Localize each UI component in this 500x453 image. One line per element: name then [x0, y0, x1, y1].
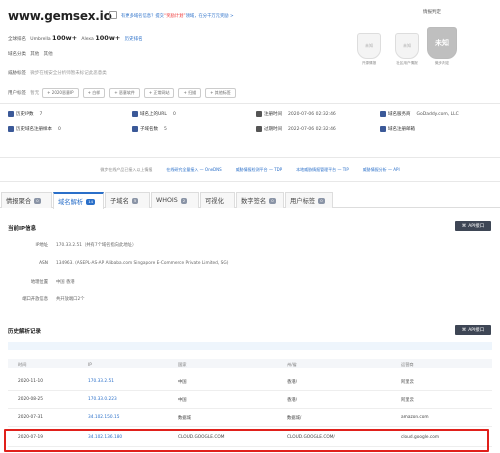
global-rank: 全球排名 Umbrella 100w+ Alexa 100w+ 历史排名 [8, 34, 143, 42]
shield-icon: 未知 [427, 27, 457, 59]
ip-address-link[interactable]: 170.33.2.51（共有7个域名指向此地址） [56, 242, 136, 248]
clock-icon [256, 111, 262, 117]
divider [0, 181, 500, 182]
promo-api-link[interactable]: 威胁情报分析 — API [363, 167, 400, 172]
stat-email: 域名注册邮箱 [380, 126, 421, 132]
highlight-box [4, 429, 489, 452]
table-row: 2020-11-10 170.33.2.51 中国 香港/ 阿里云 [8, 371, 492, 391]
user-tag[interactable]: + 白样 [82, 88, 106, 98]
copy-icon[interactable] [109, 11, 117, 19]
stat-register-time: 注册时间 2020-07-06 02:32:46 [256, 111, 336, 117]
tab-whois[interactable]: WHOIS 2 [151, 192, 199, 208]
api-button[interactable]: ⌘ API接口 [455, 325, 491, 335]
history-rank-link[interactable]: 历史排名 [125, 37, 143, 42]
tab-subdomain[interactable]: 子域名 5 [105, 192, 150, 208]
clock-icon [256, 126, 262, 132]
promo-onedns-link[interactable]: 在线研究全量接入 — OneDNS [166, 167, 221, 172]
subdomain-icon [132, 126, 138, 132]
stat-samples: 历史域名注册样本 0 [8, 126, 61, 132]
promo-links: 微步在线产品已接入以上情报 在线研究全量接入 — OneDNS 威胁情报检测平台 —… [100, 167, 400, 172]
table-row: 2020-08-25 170.33.0.223 中国 香港/ 阿里云 [8, 389, 492, 409]
history-title: 历史解析记录 [8, 329, 42, 335]
user-tags: 用户标签 暂无 + 2020恶意IP + 白样 + 恶意软件 + 正常网站 + 扫描 + … [8, 88, 240, 98]
reward-notice[interactable]: 有更多域名信息？提交“奖励计划”领域，在分千万元奖励 > [121, 13, 234, 19]
registrar-icon [380, 111, 386, 117]
stat-url: 域名上的URL 0 [132, 111, 176, 117]
user-tag[interactable]: + 其他标签 [205, 88, 236, 98]
ip-link[interactable]: 170.33.0.223 [88, 397, 117, 402]
tab-intel[interactable]: 情报聚合 0 [1, 192, 52, 208]
stats-row-1: 历史IP数 7 域名上的URL 0 注册时间 2020-07-06 02:32:46 … [8, 111, 492, 121]
tab-dns[interactable]: 域名解析 14 [53, 192, 104, 209]
url-icon [132, 111, 138, 117]
promo-tip-link[interactable]: 本地威胁情报管理平台 — TIP [296, 167, 349, 172]
table-header: 时间 IP 国家 州/省 运营商 [8, 359, 492, 368]
code-icon: ⌘ [461, 327, 467, 333]
verdict-label: 情报判定 [423, 10, 441, 15]
user-tag[interactable]: + 恶意软件 [109, 88, 140, 98]
stat-expire-time: 过期时间 2022-07-06 02:32:46 [256, 126, 336, 132]
shield-icon: 未知 [357, 33, 381, 59]
ip-link[interactable]: 34.102.150.15 [88, 415, 119, 420]
history-ip-icon [8, 111, 14, 117]
tab-bar: 情报聚合 0 域名解析 14 子域名 5 WHOIS 2 可视化 数字签名 0 用户标签 0 [0, 191, 500, 209]
api-button[interactable]: ⌘ API接口 [455, 221, 491, 231]
stat-subdomains: 子域名数 5 [132, 126, 167, 132]
tab-user-tags[interactable]: 用户标签 0 [285, 192, 333, 208]
verdict-badge: 未知 微步判定 [426, 27, 458, 65]
ip-link[interactable]: 170.33.2.51 [88, 379, 114, 384]
info-bar [8, 342, 492, 350]
open-source-intel-badge: 未知 开源情报 [355, 33, 383, 67]
user-tag[interactable]: + 2020恶意IP [42, 88, 79, 98]
tab-signature[interactable]: 数字签名 0 [236, 192, 284, 208]
promo-tdp-link[interactable]: 威胁情报检测平台 — TDP [236, 167, 282, 172]
email-icon [380, 126, 386, 132]
current-ip-title: 当前IP信息 [8, 226, 37, 232]
code-icon: ⌘ [461, 223, 467, 229]
divider [0, 157, 500, 158]
domain-category: 域名分类 其他 其他 [8, 52, 53, 57]
stat-history-ip: 历史IP数 7 [8, 111, 42, 117]
stat-registrar: 域名服务商 GoDaddy.com, LLC [380, 111, 459, 117]
table-row: 2020-07-31 34.102.150.15 数据城 数据城/ amazon… [8, 407, 492, 427]
tab-visual[interactable]: 可视化 [200, 192, 235, 208]
threat-tags: 威胁标签 微步在线安全分析师暂未标记此恶意类 [8, 71, 107, 76]
shield-icon: 未知 [395, 33, 419, 59]
user-tag[interactable]: + 正常网站 [143, 88, 175, 98]
user-tag[interactable]: + 扫描 [178, 88, 202, 98]
domain-title: www.gemsex.io [8, 9, 112, 23]
stats-row-2: 历史域名注册样本 0 子域名数 5 过期时间 2022-07-06 02:32:46 … [8, 126, 492, 136]
divider [0, 103, 500, 104]
sample-icon [8, 126, 14, 132]
community-intel-badge: 未知 社区用户情报 [393, 33, 421, 67]
